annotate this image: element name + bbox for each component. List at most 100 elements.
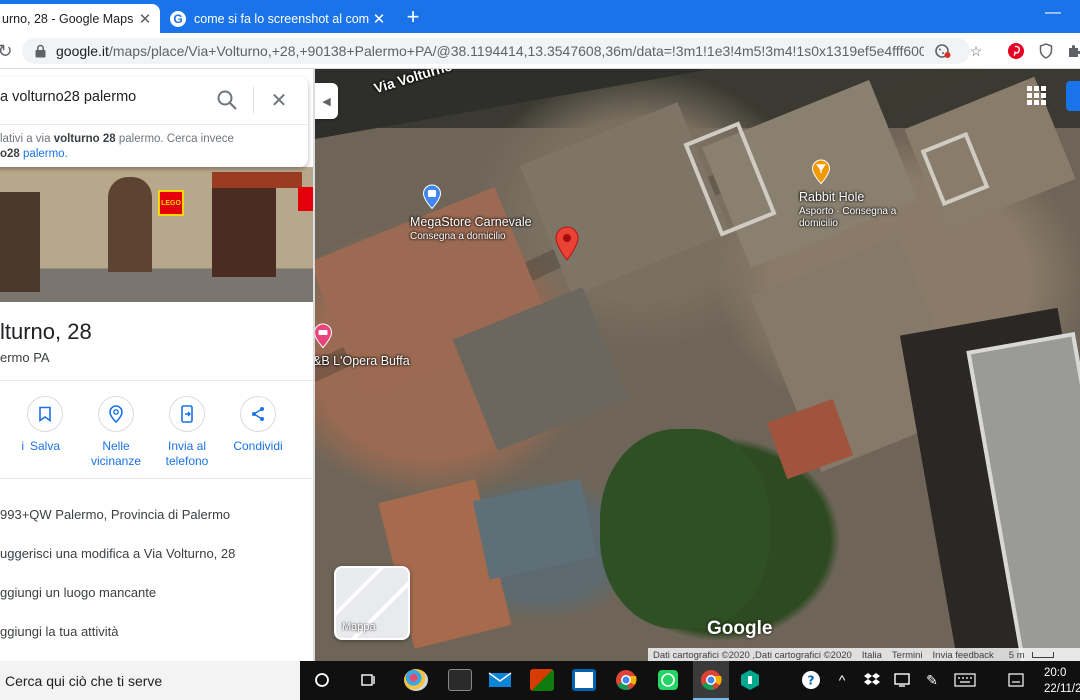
new-tab-button[interactable]: + — [400, 4, 426, 30]
browser-toolbar: ↻ google.it/maps/place/Via+Volturno,+28,… — [0, 33, 1080, 69]
whatsapp-icon[interactable] — [654, 667, 682, 693]
poi-sublabel: Asporto · Consegna a domicilio — [799, 206, 897, 229]
add-missing-place-row[interactable]: ggiungi un luogo mancante — [0, 585, 156, 600]
clock-date: 22/11/2 — [1044, 683, 1080, 695]
taskbar-search[interactable]: Cerca qui ciò che ti serve — [0, 661, 300, 700]
photo-door — [108, 177, 152, 272]
send-to-phone-icon — [169, 396, 205, 432]
layer-label: Mappa — [342, 621, 376, 633]
lego-logo: LEGO — [158, 190, 184, 216]
notifications-icon[interactable] — [1002, 667, 1030, 693]
sign-in-button[interactable] — [1066, 81, 1080, 111]
taskbar-search-placeholder: Cerca qui ciò che ti serve — [5, 673, 163, 689]
tab-title: come si fa lo screenshot al comp — [194, 11, 370, 26]
photo-shop-sign — [212, 172, 302, 188]
tab-title: urno, 28 - Google Maps — [2, 11, 134, 26]
suggestion-link[interactable]: o28 palermo. — [0, 148, 68, 160]
add-business-row[interactable]: ggiungi la tua attività — [0, 624, 119, 639]
lock-icon — [35, 44, 46, 58]
paint-app-icon[interactable] — [402, 667, 430, 693]
spreadsheet-app-icon[interactable] — [528, 667, 556, 693]
close-icon[interactable]: ✕ — [136, 10, 154, 28]
food-poi-icon[interactable] — [811, 159, 831, 185]
notes-app-icon[interactable] — [570, 667, 598, 693]
search-icon[interactable] — [216, 89, 238, 111]
scale-bar — [1031, 651, 1054, 658]
place-panel: ✕ lativi a via volturno 28 palermo. Cerc… — [0, 69, 315, 661]
tab-screenshot-search[interactable]: G come si fa lo screenshot al comp ✕ — [162, 4, 394, 33]
bookmark-star-icon[interactable]: ☆ — [967, 42, 985, 60]
cortana-icon[interactable] — [308, 667, 336, 693]
place-photo[interactable]: LEGO — [0, 167, 315, 302]
photo-door — [212, 187, 276, 277]
lodging-poi-icon[interactable] — [313, 323, 333, 349]
scale-label[interactable]: 5 m — [999, 650, 1059, 661]
search-card: ✕ lativi a via volturno 28 palermo. Cerc… — [0, 77, 308, 167]
url-text: google.it/maps/place/Via+Volturno,+28,+9… — [56, 43, 924, 59]
extensions-puzzle-icon[interactable] — [1064, 41, 1080, 61]
nearby-icon — [98, 396, 134, 432]
svg-text:?: ? — [808, 674, 815, 688]
minimize-icon[interactable]: — — [1043, 3, 1063, 23]
cookie-blocked-icon[interactable] — [934, 42, 952, 60]
share-button[interactable]: Condividi — [218, 396, 298, 454]
task-view-icon[interactable] — [354, 667, 382, 693]
place-subtitle: ermo PA — [0, 350, 50, 365]
search-divider — [253, 87, 254, 113]
dropbox-icon[interactable] — [858, 667, 886, 693]
feedback-link[interactable]: Invia feedback — [928, 650, 999, 661]
mail-app-icon[interactable] — [486, 667, 514, 693]
shopping-poi-icon[interactable] — [422, 184, 442, 210]
divider — [0, 478, 315, 479]
poi-sublabel: Consegna a domicilio — [410, 231, 506, 242]
terminal-app-icon[interactable] — [446, 667, 474, 693]
close-icon[interactable]: ✕ — [370, 10, 388, 28]
close-icon[interactable]: ✕ — [268, 89, 290, 112]
address-bar[interactable]: google.it/maps/place/Via+Volturno,+28,+9… — [22, 38, 982, 64]
send-to-phone-button[interactable]: Invia al telefono — [147, 396, 227, 469]
system-clock[interactable]: 20:0 22/11/2 — [1044, 665, 1080, 697]
panel-border — [313, 69, 315, 661]
roof-block — [472, 478, 598, 580]
pen-icon[interactable]: ✎ — [918, 667, 946, 693]
roof-block — [519, 102, 731, 296]
clock-time: 20:0 — [1044, 667, 1067, 679]
google-logo: Google — [707, 618, 773, 639]
display-icon[interactable] — [888, 667, 916, 693]
plus-code-row[interactable]: 993+QW Palermo, Provincia di Palermo — [0, 507, 230, 522]
show-hidden-icons[interactable]: ^ — [828, 667, 856, 693]
poi-label[interactable]: &B L'Opera Buffa — [313, 354, 410, 368]
map-footer: Dati cartografici ©2020 ,Dati cartografi… — [648, 648, 1080, 661]
share-icon — [240, 396, 276, 432]
google-favicon-icon: G — [170, 10, 186, 27]
search-suggestion: lativi a via volturno 28 palermo. Cerca … — [0, 133, 234, 160]
save-button[interactable]: Salva — [5, 396, 85, 454]
poi-label[interactable]: Rabbit Hole — [799, 190, 864, 204]
map-data-credit: Dati cartografici ©2020 ,Dati cartografi… — [653, 649, 852, 661]
map-layer-toggle[interactable]: Mappa — [334, 566, 410, 640]
reload-icon[interactable]: ↻ — [0, 40, 16, 62]
pinterest-extension-icon[interactable] — [1006, 41, 1026, 61]
divider — [0, 380, 315, 381]
search-input[interactable] — [0, 89, 200, 105]
chrome-active-icon[interactable] — [697, 667, 725, 693]
region-link[interactable]: Italia — [857, 650, 887, 661]
tab-google-maps[interactable]: urno, 28 - Google Maps ✕ — [0, 4, 160, 33]
help-icon[interactable]: ? — [797, 667, 825, 693]
trees — [600, 429, 770, 629]
extension-shield-icon[interactable] — [1036, 41, 1056, 61]
windows-taskbar: Cerca qui ciò che ti serve ? ^ ✎ 20:0 22… — [0, 661, 1080, 700]
selected-location-pin-icon[interactable] — [555, 226, 579, 262]
place-title: lturno, 28 — [0, 319, 92, 344]
apps-grid-icon[interactable] — [1025, 84, 1047, 106]
chrome-icon[interactable] — [612, 667, 640, 693]
divider — [0, 124, 308, 125]
poi-label[interactable]: MegaStore Carnevale — [410, 215, 532, 229]
suggest-edit-row[interactable]: uggerisci una modifica a Via Volturno, 2… — [0, 546, 235, 561]
keyboard-icon[interactable] — [951, 667, 979, 693]
browser-tab-strip: urno, 28 - Google Maps ✕ G come si fa lo… — [0, 0, 1080, 33]
kaspersky-icon[interactable] — [736, 667, 764, 693]
collapse-panel-button[interactable]: ◀ — [315, 83, 338, 119]
terms-link[interactable]: Termini — [887, 650, 928, 661]
nearby-button[interactable]: Nelle vicinanze — [76, 396, 156, 469]
